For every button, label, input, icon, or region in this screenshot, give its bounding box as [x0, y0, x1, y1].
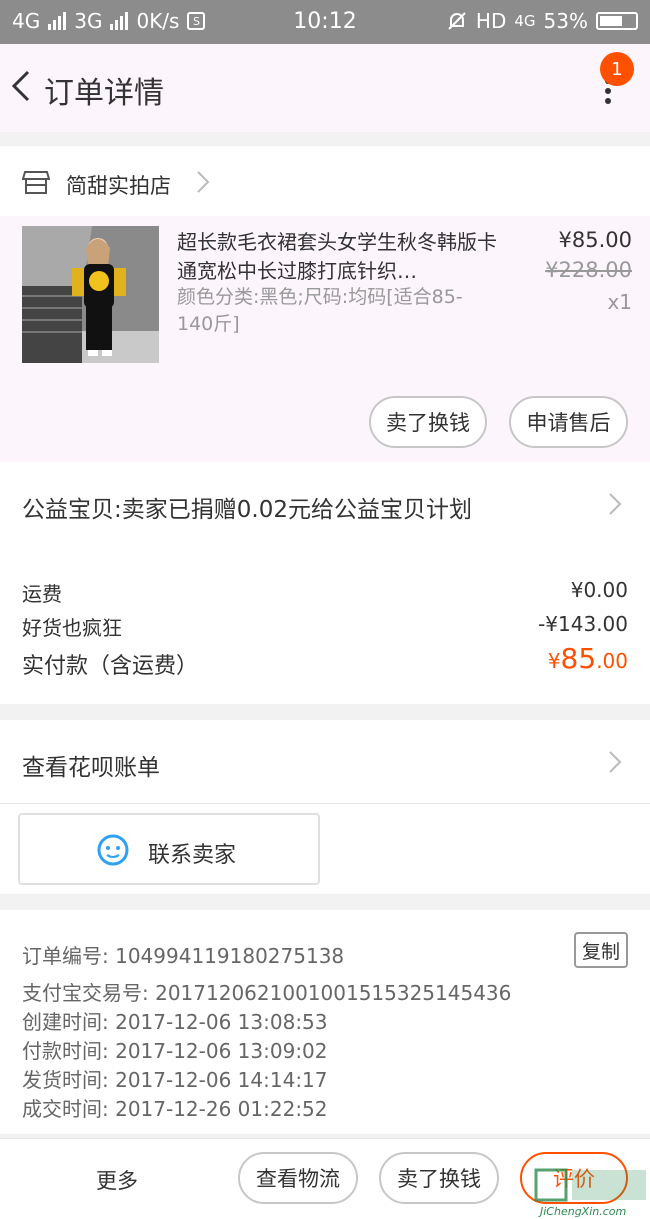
charity-text: 公益宝贝:卖家已捐赠0.02元给公益宝贝计划	[22, 497, 472, 523]
chevron-right-icon	[609, 493, 622, 515]
network-4g-right: 4G	[514, 12, 536, 30]
product-sku: 颜色分类:黑色;尺码:均码[适合85-140斤]	[177, 286, 463, 335]
shipping-row: 运费 ¥0.00	[22, 578, 628, 607]
shipping-label: 运费	[22, 582, 62, 606]
watermark-text: JiChengXin.com	[540, 1205, 627, 1218]
view-logistics-button[interactable]: 查看物流	[238, 1152, 358, 1204]
product-quantity: x1	[607, 290, 632, 314]
paid-decimal: .00	[596, 649, 628, 673]
mute-bell-icon	[448, 12, 466, 30]
paid-row: 实付款（含运费） ¥85.00	[22, 642, 628, 680]
shop-name: 简甜实拍店	[66, 174, 171, 198]
battery-percent: 53%	[543, 9, 588, 33]
order-item-card: 简甜实拍店 超长款毛衣裙套头女学生秋冬韩版卡通宽松中长过膝打底针织… 颜色分类:…	[0, 146, 650, 462]
chevron-right-icon	[609, 751, 622, 773]
huabei-bill-label: 查看花呗账单	[22, 755, 160, 781]
paid-amount: ¥85.00	[548, 642, 628, 675]
copy-button[interactable]: 复制	[574, 932, 628, 968]
completed-time: 成交时间: 2017-12-26 01:22:52	[22, 1097, 328, 1121]
notification-badge: 1	[600, 52, 634, 86]
shop-row[interactable]: 简甜实拍店	[0, 146, 650, 216]
paid-time: 付款时间: 2017-12-06 13:09:02	[22, 1039, 328, 1063]
shipped-time: 发货时间: 2017-12-06 14:14:17	[22, 1068, 328, 1092]
after-sale-button[interactable]: 申请售后	[509, 396, 628, 448]
hd-label: HD	[475, 9, 507, 33]
payment-summary: 运费 ¥0.00 好货也疯狂 -¥143.00 实付款（含运费） ¥85.00	[0, 546, 650, 704]
contact-section: 联系卖家	[0, 804, 650, 894]
discount-label: 好货也疯狂	[22, 616, 122, 640]
paid-integer: 85	[560, 642, 597, 675]
page-title: 订单详情	[44, 76, 164, 111]
more-button[interactable]: 更多	[96, 1165, 138, 1195]
store-icon	[22, 171, 50, 194]
original-price: ¥228.00	[545, 258, 632, 282]
resell-button[interactable]: 卖了换钱	[369, 396, 487, 448]
discount-value: -¥143.00	[538, 612, 628, 636]
back-arrow-icon[interactable]	[8, 66, 38, 106]
order-info: 订单编号: 104994119180275138 复制 支付宝交易号: 2017…	[0, 910, 650, 1134]
product-price: ¥85.00	[558, 228, 632, 252]
created-time: 创建时间: 2017-12-06 13:08:53	[22, 1010, 328, 1034]
shipping-value: ¥0.00	[570, 578, 628, 602]
nav-header: 订单详情	[0, 44, 650, 132]
product-title[interactable]: 超长款毛衣裙套头女学生秋冬韩版卡通宽松中长过膝打底针织…	[177, 228, 497, 286]
product-image[interactable]	[22, 226, 159, 363]
chat-bubble-icon	[97, 834, 129, 866]
huabei-bill-row[interactable]: 查看花呗账单	[0, 720, 650, 804]
resell-bottom-button[interactable]: 卖了换钱	[379, 1152, 499, 1204]
status-bar: 4G 3G 0K/s S 10:12 HD 4G 53%	[0, 0, 650, 44]
charity-row[interactable]: 公益宝贝:卖家已捐赠0.02元给公益宝贝计划	[0, 462, 650, 546]
contact-seller-label: 联系卖家	[148, 843, 237, 868]
discount-row: 好货也疯狂 -¥143.00	[22, 612, 628, 641]
chevron-right-icon	[197, 171, 210, 193]
paid-currency: ¥	[547, 649, 561, 673]
order-number: 订单编号: 104994119180275138	[22, 944, 345, 968]
contact-seller-button[interactable]: 联系卖家	[18, 813, 320, 885]
paid-label: 实付款（含运费）	[22, 654, 199, 679]
alipay-trade-number: 支付宝交易号: 2017120621001001515325145436	[22, 981, 512, 1005]
battery-icon	[596, 12, 638, 30]
